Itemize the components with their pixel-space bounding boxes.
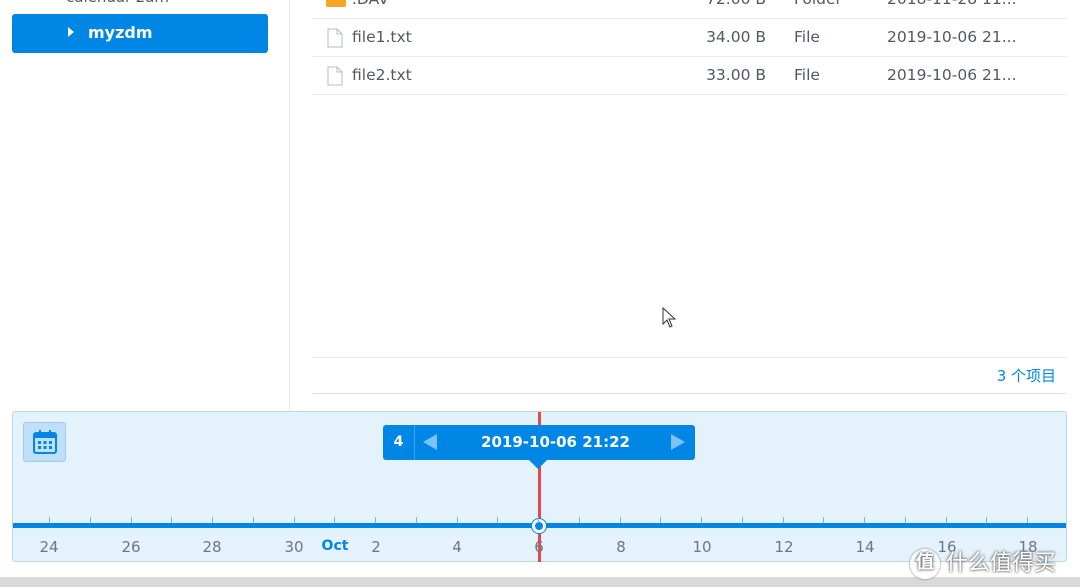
timeline-tick [212, 517, 213, 523]
timeline-tick [253, 517, 254, 523]
watermark-logo: 值 [910, 549, 940, 579]
version-timeline[interactable]: 4 2019-10-06 21:22 24 26 28 30 Oct 2 4 6… [12, 411, 1067, 562]
timeline-tick [701, 517, 702, 523]
file-type: File [794, 28, 820, 46]
item-count: 3 个项目 [996, 367, 1056, 385]
divider [312, 393, 1066, 394]
timeline-tick [905, 517, 906, 523]
sidebar-item-myzdm[interactable]: myzdm [12, 14, 268, 53]
calendar-button[interactable] [23, 422, 66, 462]
next-version-icon[interactable] [671, 434, 685, 450]
file-size: 33.00 B [706, 66, 766, 84]
table-row[interactable]: file1.txt 34.00 B File 2019-10-06 21... [312, 19, 1066, 57]
timeline-tick [864, 517, 865, 523]
timeline-label: 24 [39, 538, 59, 556]
timeline-tick [416, 517, 417, 523]
timeline-tick [171, 517, 172, 523]
sidebar-item-prev[interactable]: calendar-2am [66, 0, 169, 6]
timeline-label: 2 [371, 538, 381, 556]
pointer-notch [529, 460, 547, 469]
timeline-tick [538, 517, 539, 523]
sidebar: calendar-2am myzdm [0, 0, 290, 410]
file-date: 2018-11-28 11... [887, 0, 1017, 8]
file-date: 2019-10-06 21... [887, 28, 1017, 46]
file-name: file1.txt [352, 28, 412, 46]
version-count: 4 [383, 425, 415, 460]
file-type: Folder [794, 0, 842, 8]
timeline-tick [90, 517, 91, 523]
timeline-tick [497, 517, 498, 523]
divider [312, 357, 1066, 358]
timeline-tick [660, 517, 661, 523]
timeline-label: 8 [616, 538, 626, 556]
version-selector: 4 2019-10-06 21:22 [383, 425, 695, 469]
sidebar-item-label: myzdm [88, 23, 153, 42]
timeline-tick [375, 517, 376, 523]
watermark-text: 什么值得买 [946, 551, 1057, 576]
file-name: file2.txt [352, 66, 412, 84]
timeline-tick [742, 517, 743, 523]
timeline-tick [986, 517, 987, 523]
file-icon [327, 28, 343, 48]
timeline-tick [823, 517, 824, 523]
file-type: File [794, 66, 820, 84]
file-size: 72.00 B [706, 0, 766, 8]
timeline-tick [783, 517, 784, 523]
timeline-tick [131, 517, 132, 523]
timeline-month-label: Oct [321, 538, 349, 554]
timeline-tick [620, 517, 621, 523]
file-list: .DAV 72.00 B Folder 2018-11-28 11... fil… [312, 0, 1066, 410]
timeline-tick [334, 517, 335, 523]
timeline-label: 10 [692, 538, 712, 556]
file-name: .DAV [352, 0, 389, 8]
table-row[interactable]: file2.txt 33.00 B File 2019-10-06 21... [312, 57, 1066, 95]
calendar-icon [32, 430, 57, 454]
file-icon [327, 66, 343, 86]
caret-right-icon [68, 27, 74, 37]
watermark: 值什么值得买 [910, 545, 1056, 579]
timeline-tick [49, 517, 50, 523]
timeline-handle[interactable] [532, 519, 546, 533]
timeline-label: 4 [452, 538, 462, 556]
timeline-label: 12 [774, 538, 794, 556]
folder-icon [326, 0, 346, 7]
timeline-tick [457, 517, 458, 523]
timeline-label: 6 [534, 538, 544, 556]
timeline-label: 30 [284, 538, 304, 556]
mouse-cursor-icon [662, 307, 677, 328]
timeline-tick [1027, 517, 1028, 523]
table-row[interactable]: .DAV 72.00 B Folder 2018-11-28 11... [312, 0, 1066, 19]
current-version-date: 2019-10-06 21:22 [481, 433, 630, 451]
timeline-label: 26 [121, 538, 141, 556]
timeline-label: 14 [855, 538, 875, 556]
prev-version-icon[interactable] [423, 434, 437, 450]
file-date: 2019-10-06 21... [887, 66, 1017, 84]
timeline-label: 28 [202, 538, 222, 556]
file-size: 34.00 B [706, 28, 766, 46]
timeline-tick [294, 517, 295, 523]
timeline-tick [579, 517, 580, 523]
timeline-tick [946, 517, 947, 523]
